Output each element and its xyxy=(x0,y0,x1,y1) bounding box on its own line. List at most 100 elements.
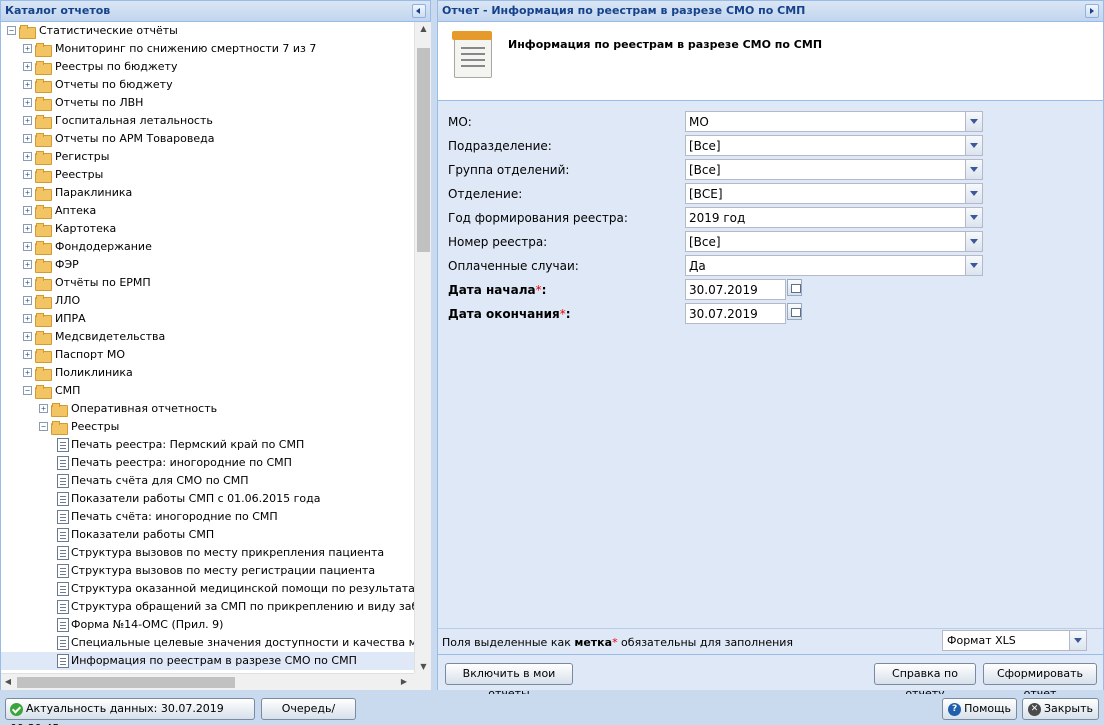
tree-folder-item[interactable]: + Паспорт МО xyxy=(1,346,414,364)
tree-vertical-scrollbar[interactable]: ▲ ▼ xyxy=(414,22,431,673)
tree-folder-item[interactable]: + Фондодержание xyxy=(1,238,414,256)
expand-icon[interactable]: + xyxy=(23,332,32,341)
tree-item-label: СМП xyxy=(55,384,81,397)
expand-icon[interactable]: + xyxy=(23,170,32,179)
folder-icon xyxy=(35,241,52,255)
tree-report-item[interactable]: Печать счёта: иногородние по СМП xyxy=(1,508,414,526)
expand-icon[interactable]: + xyxy=(23,206,32,215)
tree-horizontal-scrollbar[interactable]: ◀ ▶ xyxy=(1,673,414,690)
tree-folder-item[interactable]: + Отчеты по ЛВН xyxy=(1,94,414,112)
expand-icon[interactable]: + xyxy=(23,350,32,359)
select-field[interactable]: 2019 год xyxy=(685,207,983,228)
tree-folder-item[interactable]: + Отчеты по АРМ Товароведа xyxy=(1,130,414,148)
tree-report-item[interactable]: Структура оказанной медицинской помощи п… xyxy=(1,580,414,598)
tree-folder-item[interactable]: + Поликлиника xyxy=(1,364,414,382)
chevron-down-icon[interactable] xyxy=(965,208,982,227)
expand-icon[interactable]: + xyxy=(23,296,32,305)
expand-icon[interactable]: + xyxy=(39,404,48,413)
select-field[interactable]: [ВСЕ] xyxy=(685,183,983,204)
select-field[interactable]: [Все] xyxy=(685,159,983,180)
expand-icon[interactable]: + xyxy=(23,116,32,125)
include-in-my-reports-button[interactable]: Включить в мои отчеты xyxy=(445,663,573,700)
tree-report-item[interactable]: Показатели работы СМП xyxy=(1,526,414,544)
tree-report-item[interactable]: Показатели работы СМП с 01.06.2015 года xyxy=(1,490,414,508)
tree-report-item[interactable]: Специальные целевые значения доступности… xyxy=(1,634,414,652)
tree-report-item[interactable]: Информация по реестрам в разрезе СМО по … xyxy=(1,652,414,670)
tree-folder-item[interactable]: − СМП xyxy=(1,382,414,400)
tree-folder-item[interactable]: + Отчеты по бюджету xyxy=(1,76,414,94)
expand-icon[interactable]: + xyxy=(23,44,32,53)
expand-icon[interactable]: + xyxy=(23,224,32,233)
tree-folder-item[interactable]: − Реестры xyxy=(1,418,414,436)
collapse-right-icon[interactable] xyxy=(1085,4,1099,18)
select-field[interactable]: Да xyxy=(685,255,983,276)
data-actuality-button[interactable]: Актуальность данных: 30.07.2019 09:39:45 xyxy=(5,698,255,725)
tree-folder-item[interactable]: + Медсвидетельства xyxy=(1,328,414,346)
scroll-right-icon[interactable]: ▶ xyxy=(397,677,411,686)
tree-folder-item[interactable]: + ФЭР xyxy=(1,256,414,274)
expand-icon[interactable]: + xyxy=(23,62,32,71)
expand-icon[interactable]: + xyxy=(23,242,32,251)
chevron-down-icon[interactable] xyxy=(965,160,982,179)
expand-icon[interactable]: + xyxy=(23,134,32,143)
scroll-up-icon[interactable]: ▲ xyxy=(415,24,432,33)
tree-report-item[interactable]: Структура вызовов по месту прикрепления … xyxy=(1,544,414,562)
tree-report-item[interactable]: Печать реестра: иногородние по СМП xyxy=(1,454,414,472)
folder-icon xyxy=(35,277,52,291)
expand-icon[interactable]: + xyxy=(23,98,32,107)
format-select[interactable]: Формат XLS xyxy=(942,630,1087,651)
tree-folder-item[interactable]: + Картотека xyxy=(1,220,414,238)
date-field[interactable]: 30.07.2019 xyxy=(685,279,803,300)
tree-folder-item[interactable]: + Реестры по бюджету xyxy=(1,58,414,76)
tree-folder-item[interactable]: + Мониторинг по снижению смертности 7 из … xyxy=(1,40,414,58)
tree-folder-item[interactable]: + Параклиника xyxy=(1,184,414,202)
tree-report-item[interactable]: Печать счёта для СМО по СМП xyxy=(1,472,414,490)
queue-history-button[interactable]: Очередь/история xyxy=(261,698,356,725)
chevron-down-icon[interactable] xyxy=(965,112,982,131)
tree-folder-item[interactable]: + ЛЛО xyxy=(1,292,414,310)
tree-folder-item[interactable]: + Госпитальная летальность xyxy=(1,112,414,130)
collapse-icon[interactable]: − xyxy=(23,386,32,395)
expand-icon[interactable]: + xyxy=(23,278,32,287)
chevron-down-icon[interactable] xyxy=(1069,631,1086,650)
tree-folder-item[interactable]: + Оперативная отчетность xyxy=(1,400,414,418)
expand-icon[interactable]: + xyxy=(23,152,32,161)
tree-report-item[interactable]: Форма №14-ОМС (Прил. 9) xyxy=(1,616,414,634)
calendar-icon[interactable] xyxy=(787,303,802,320)
calendar-icon[interactable] xyxy=(787,279,802,296)
document-icon xyxy=(57,600,69,614)
tree-folder-item[interactable]: − Статистические отчёты xyxy=(1,22,414,40)
date-field[interactable]: 30.07.2019 xyxy=(685,303,803,324)
expand-icon[interactable]: + xyxy=(23,188,32,197)
expand-icon[interactable]: + xyxy=(23,80,32,89)
tree-report-item[interactable]: Структура вызовов по месту регистрации п… xyxy=(1,562,414,580)
tree-folder-item[interactable]: + Аптека xyxy=(1,202,414,220)
expand-icon[interactable]: + xyxy=(23,368,32,377)
chevron-down-icon[interactable] xyxy=(965,232,982,251)
collapse-icon[interactable]: − xyxy=(39,422,48,431)
select-field[interactable]: [Все] xyxy=(685,231,983,252)
tree-folder-item[interactable]: + Отчёты по ЕРМП xyxy=(1,274,414,292)
collapse-left-icon[interactable] xyxy=(412,4,426,18)
collapse-icon[interactable]: − xyxy=(7,26,16,35)
generate-report-button[interactable]: Сформировать отчет xyxy=(983,663,1097,700)
scroll-left-icon[interactable]: ◀ xyxy=(1,677,15,686)
select-field[interactable]: МО xyxy=(685,111,983,132)
expand-icon[interactable]: + xyxy=(23,314,32,323)
scroll-down-icon[interactable]: ▼ xyxy=(415,662,432,671)
hscroll-thumb[interactable] xyxy=(17,677,235,688)
scroll-thumb[interactable] xyxy=(417,48,430,252)
tree-report-item[interactable]: Печать реестра: Пермский край по СМП xyxy=(1,436,414,454)
tree-folder-item[interactable]: + Реестры xyxy=(1,166,414,184)
close-button[interactable]: ✕ Закрыть xyxy=(1022,698,1099,720)
select-field[interactable]: [Все] xyxy=(685,135,983,156)
help-button[interactable]: ? Помощь xyxy=(942,698,1017,720)
tree-folder-item[interactable]: + Регистры xyxy=(1,148,414,166)
expand-icon[interactable]: + xyxy=(23,260,32,269)
tree-folder-item[interactable]: + ИПРА xyxy=(1,310,414,328)
tree-report-item[interactable]: Структура обращений за СМП по прикреплен… xyxy=(1,598,414,616)
chevron-down-icon[interactable] xyxy=(965,184,982,203)
chevron-down-icon[interactable] xyxy=(965,136,982,155)
chevron-down-icon[interactable] xyxy=(965,256,982,275)
report-help-button[interactable]: Справка по отчету xyxy=(874,663,976,700)
